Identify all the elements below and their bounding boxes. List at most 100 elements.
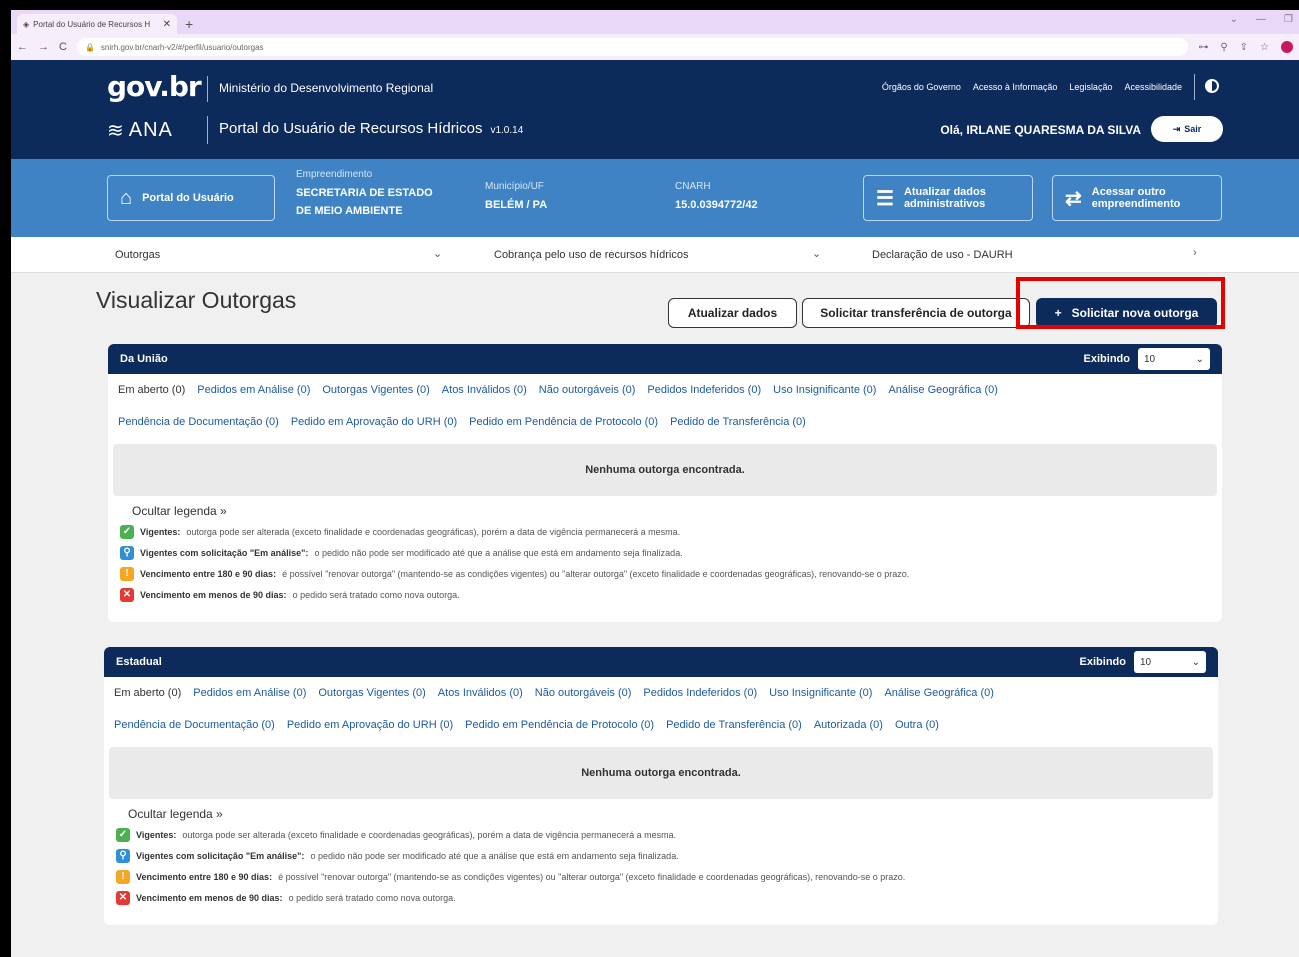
legend-toggle[interactable]: Ocultar legenda » [128, 807, 1206, 821]
tab-analise-geografica[interactable]: Análise Geográfica (0) [888, 384, 997, 396]
tab-outorgas-vigentes[interactable]: Outorgas Vigentes (0) [318, 687, 425, 699]
tab-uso-insignificante[interactable]: Uso Insignificante (0) [773, 384, 876, 396]
browser-tab[interactable]: ◈ Portal do Usuário de Recursos H ✕ [17, 14, 177, 34]
window-controls: ⌄ — ❐ [1230, 14, 1293, 25]
tab-pendencia-protocolo[interactable]: Pedido em Pendência de Protocolo (0) [469, 416, 658, 428]
legend-title: Vencimento entre 180 e 90 dias: [136, 871, 273, 882]
empreendimento-value-line1: SECRETARIA DE ESTADO [296, 187, 433, 199]
tab-uso-insignificante[interactable]: Uso Insignificante (0) [769, 687, 872, 699]
empreendimento-label: Empreendimento [296, 169, 373, 180]
page-size-value: 10 [1144, 353, 1156, 365]
legend-title: Vencimento entre 180 e 90 dias: [140, 568, 277, 579]
contrast-icon[interactable] [1205, 79, 1219, 93]
tab-analise-geografica[interactable]: Análise Geográfica (0) [884, 687, 993, 699]
browser-tab-bar: ◈ Portal do Usuário de Recursos H ✕ + ⌄ … [11, 10, 1299, 34]
key-icon[interactable]: ⊶ [1198, 42, 1208, 53]
ana-wave-icon: ≋ [107, 120, 125, 142]
legend-toggle[interactable]: Ocultar legenda » [132, 504, 1210, 518]
tab-atos-invalidos[interactable]: Atos Inválidos (0) [442, 384, 527, 396]
logout-button[interactable]: ⇥ Sair [1151, 116, 1223, 142]
tab-search-icon[interactable]: ⌄ [1230, 14, 1238, 25]
url-field[interactable]: 🔒 snirh.gov.br/cnarh-v2/#/perfil/usuario… [76, 38, 1189, 56]
new-tab-button[interactable]: + [185, 16, 193, 32]
lock-icon: 🔒 [84, 42, 95, 52]
uniao-status-tabs: Em aberto (0) Pedidos em Análise (0) Out… [108, 374, 1222, 438]
back-icon[interactable]: ← [17, 41, 28, 53]
tab-outorgas-vigentes[interactable]: Outorgas Vigentes (0) [322, 384, 429, 396]
profile-avatar[interactable] [1281, 41, 1293, 53]
atualizar-label-line2: administrativos [903, 198, 986, 210]
atualizar-label-line1: Atualizar dados [903, 186, 986, 198]
logout-icon: ⇥ [1172, 123, 1181, 134]
home-icon: ⌂ [120, 186, 133, 209]
bookmark-star-icon[interactable]: ☆ [1260, 42, 1269, 53]
url-text: snirh.gov.br/cnarh-v2/#/perfil/usuario/o… [100, 42, 264, 52]
tab-pedidos-analise[interactable]: Pedidos em Análise (0) [197, 384, 310, 396]
page-size-select[interactable]: 10 ⌄ [1134, 651, 1206, 673]
nav-declaracao[interactable]: Declaração de uso - DAURH [872, 249, 1013, 261]
tab-pedidos-analise[interactable]: Pedidos em Análise (0) [193, 687, 306, 699]
tab-em-aberto[interactable]: Em aberto (0) [114, 687, 181, 699]
page-size-select[interactable]: 10 ⌄ [1138, 348, 1210, 370]
tab-pedido-transferencia[interactable]: Pedido de Transferência (0) [666, 719, 802, 731]
tab-pedidos-indeferidos[interactable]: Pedidos Indeferidos (0) [647, 384, 761, 396]
x-icon: ✕ [116, 890, 130, 905]
legend-title: Vigentes com solicitação "Em análise": [140, 547, 309, 558]
cnarh-value: 15.0.0394772/42 [675, 199, 758, 211]
tab-aprovacao-urh[interactable]: Pedido em Aprovação do URH (0) [291, 416, 457, 428]
share-icon[interactable]: ⇪ [1240, 42, 1248, 53]
page-title: Visualizar Outorgas [96, 287, 297, 313]
link-legislacao[interactable]: Legislação [1069, 82, 1112, 92]
ana-logo[interactable]: ≋ ANA [107, 118, 173, 143]
link-orgaos[interactable]: Órgãos do Governo [882, 82, 961, 92]
atualizar-dados-button[interactable]: Atualizar dados [668, 298, 797, 328]
tab-nao-outorgaveis[interactable]: Não outorgáveis (0) [535, 687, 632, 699]
tab-outra[interactable]: Outra (0) [895, 719, 939, 731]
tab-pendencia-protocolo[interactable]: Pedido em Pendência de Protocolo (0) [465, 719, 654, 731]
legend: Ocultar legenda » ✓ Vigentes: outorga po… [104, 799, 1218, 908]
reload-icon[interactable]: C [59, 41, 67, 53]
tab-nao-outorgaveis[interactable]: Não outorgáveis (0) [539, 384, 636, 396]
tab-aprovacao-urh[interactable]: Pedido em Aprovação do URH (0) [287, 719, 453, 731]
legend: Ocultar legenda » ✓ Vigentes: outorga po… [108, 496, 1222, 605]
nav-outorgas[interactable]: Outorgas [115, 249, 160, 261]
cnarh-label: CNARH [675, 181, 711, 192]
user-greeting: Olá, IRLANE QUARESMA DA SILVA [940, 123, 1141, 137]
page-size-value: 10 [1140, 656, 1152, 668]
empreendimento-info: Empreendimento SECRETARIA DE ESTADO DE M… [296, 169, 433, 220]
search-icon: ⚲ [116, 848, 130, 863]
link-acesso-informacao[interactable]: Acesso à Informação [973, 82, 1058, 92]
tab-pedidos-indeferidos[interactable]: Pedidos Indeferidos (0) [643, 687, 757, 699]
close-tab-icon[interactable]: ✕ [163, 19, 171, 30]
acessar-outro-empreendimento-button[interactable]: ⇄ Acessar outro empreendimento [1052, 175, 1222, 221]
tab-pendencia-documentacao[interactable]: Pendência de Documentação (0) [114, 719, 275, 731]
legend-text: o pedido não pode ser modificado até que… [310, 850, 679, 861]
chevron-down-icon: ⌄ [1191, 656, 1200, 668]
list-icon: ☰ [876, 187, 894, 210]
minimize-icon[interactable]: — [1256, 14, 1266, 25]
tab-autorizada[interactable]: Autorizada (0) [814, 719, 883, 731]
link-acessibilidade[interactable]: Acessibilidade [1124, 82, 1182, 92]
portal-usuario-button[interactable]: ⌂ Portal do Usuário [107, 175, 275, 221]
swap-arrows-icon: ⇄ [1065, 187, 1082, 210]
chevron-down-icon[interactable]: ⌄ [433, 247, 442, 260]
atualizar-dados-admin-button[interactable]: ☰ Atualizar dados administrativos [863, 175, 1033, 221]
tab-atos-invalidos[interactable]: Atos Inválidos (0) [438, 687, 523, 699]
tab-em-aberto[interactable]: Em aberto (0) [118, 384, 185, 396]
tab-pendencia-documentacao[interactable]: Pendência de Documentação (0) [118, 416, 279, 428]
site-header: gov.br Ministério do Desenvolvimento Reg… [11, 60, 1299, 159]
gov-br-logo[interactable]: gov.br [107, 70, 202, 103]
legend-text: outorga pode ser alterada (exceto finali… [182, 829, 677, 840]
zoom-icon[interactable]: ⚲ [1220, 42, 1227, 53]
legend-text: o pedido não pode ser modificado até que… [314, 547, 683, 558]
maximize-icon[interactable]: ❐ [1284, 14, 1293, 25]
forward-icon[interactable]: → [38, 41, 49, 53]
acessar-label-line1: Acessar outro [1091, 186, 1166, 198]
logout-label: Sair [1184, 124, 1202, 134]
legend-text: outorga pode ser alterada (exceto finali… [186, 526, 681, 537]
solicitar-transferencia-button[interactable]: Solicitar transferência de outorga [802, 298, 1030, 328]
chevron-down-icon[interactable]: ⌄ [812, 247, 821, 260]
tab-pedido-transferencia[interactable]: Pedido de Transferência (0) [670, 416, 806, 428]
nav-cobranca[interactable]: Cobrança pelo uso de recursos hídricos [494, 249, 688, 261]
chevron-right-icon[interactable]: › [1193, 247, 1197, 259]
